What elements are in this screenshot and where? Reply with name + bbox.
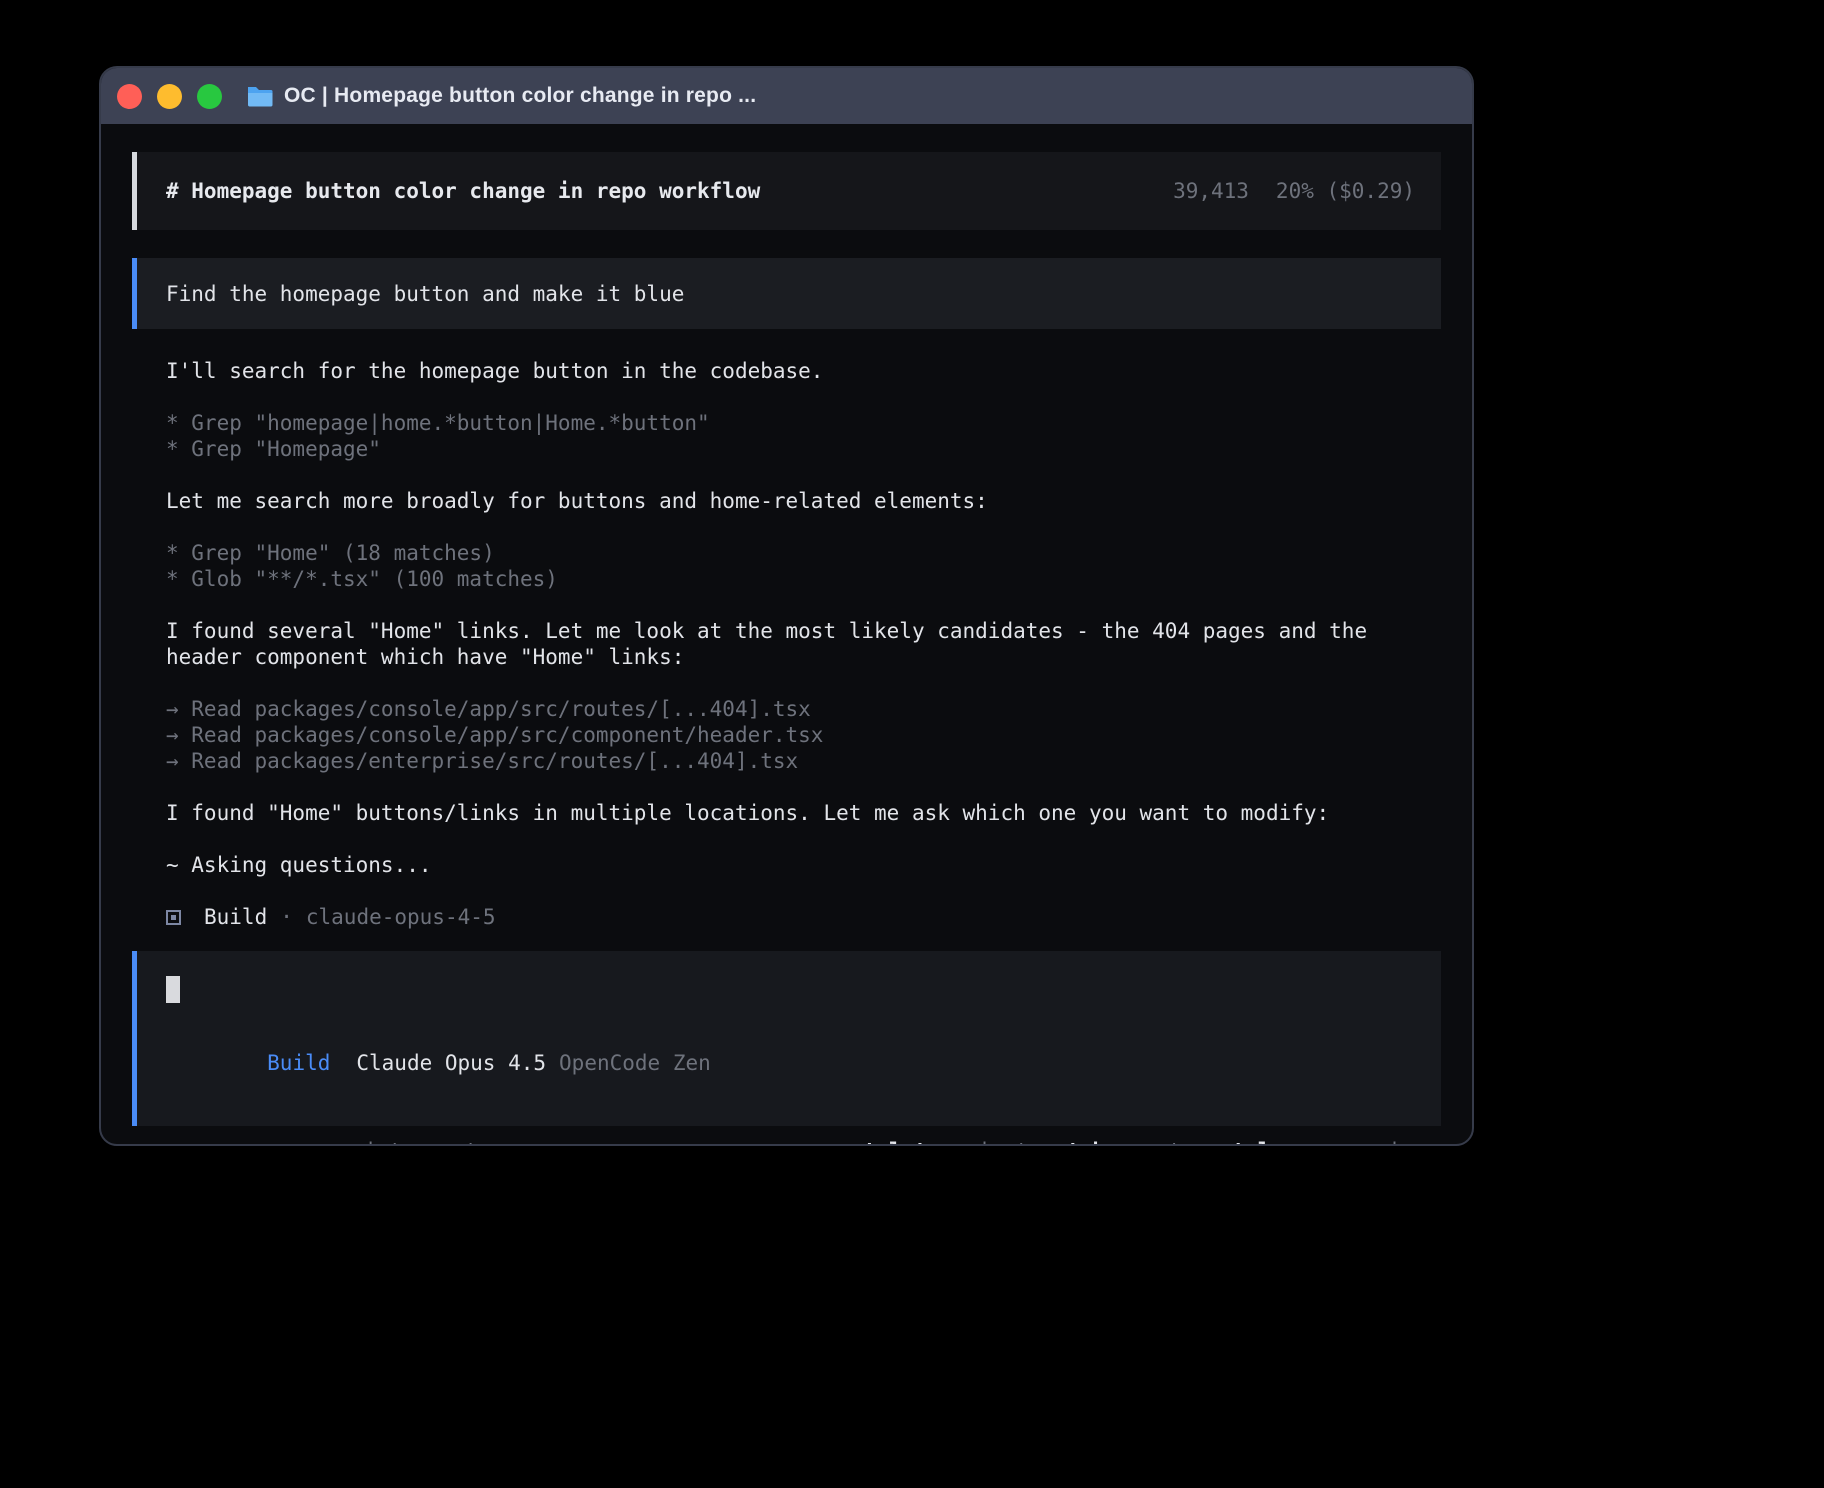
terminal-window: OC | Homepage button color change in rep…	[99, 66, 1474, 1146]
shortcut-key-agents[interactable]: tab	[1067, 1138, 1105, 1146]
shortcut-label-commands: commands	[1309, 1138, 1410, 1146]
traffic-lights	[117, 84, 222, 109]
token-count: 39,413	[1173, 179, 1249, 203]
session-header: # Homepage button color change in repo w…	[132, 152, 1441, 230]
status-line: ~ Asking questions...	[166, 852, 1411, 878]
assistant-message: I found several "Home" links. Let me loo…	[166, 618, 1411, 670]
session-title: # Homepage button color change in repo w…	[166, 179, 760, 203]
shortcut-label-variants: variants	[940, 1138, 1041, 1146]
prompt-input[interactable]: Build Claude Opus 4.5 OpenCode Zen	[132, 951, 1441, 1126]
shortcut-key-commands[interactable]: ctrl+p	[1220, 1138, 1296, 1146]
window-title: OC | Homepage button color change in rep…	[284, 84, 756, 108]
shortcut-label-agents: agents	[1118, 1138, 1194, 1146]
tool-call-grep: * Grep "Home" (18 matches)	[166, 540, 1411, 566]
assistant-message: I'll search for the homepage button in t…	[166, 358, 1411, 384]
agent-separator: ·	[280, 904, 293, 930]
agent-line: Build · claude-opus-4-5	[166, 904, 1411, 930]
model-label: Claude Opus 4.5	[356, 1051, 546, 1075]
tool-call-group: * Grep "homepage|home.*button|Home.*butt…	[166, 410, 1411, 462]
zoom-button[interactable]	[197, 84, 222, 109]
minimize-button[interactable]	[157, 84, 182, 109]
assistant-message: I found "Home" buttons/links in multiple…	[166, 800, 1411, 826]
esc-key[interactable]: esc	[313, 1138, 351, 1146]
tool-call-group: → Read packages/console/app/src/routes/[…	[166, 696, 1411, 774]
interrupt-label: interrupt	[364, 1138, 478, 1146]
mode-label[interactable]: Build	[267, 1051, 330, 1075]
session-meta: 39,413 20% ($0.29)	[1173, 179, 1415, 203]
shortcut-key-variants[interactable]: ctrl+t	[851, 1138, 927, 1146]
status-bar: ········ esc interrupt ctrl+t variants t…	[173, 1138, 1410, 1146]
terminal-content: # Homepage button color change in repo w…	[101, 124, 1472, 1146]
tool-call-read: → Read packages/console/app/src/componen…	[166, 722, 1411, 748]
titlebar[interactable]: OC | Homepage button color change in rep…	[101, 68, 1472, 124]
agent-name: Build	[204, 904, 267, 930]
tool-call-grep: * Grep "Homepage"	[166, 436, 1411, 462]
close-button[interactable]	[117, 84, 142, 109]
provider-label: OpenCode Zen	[559, 1051, 711, 1075]
assistant-message: Let me search more broadly for buttons a…	[166, 488, 1411, 514]
input-cursor	[166, 976, 180, 1003]
user-message-text: Find the homepage button and make it blu…	[166, 282, 684, 306]
folder-icon	[246, 85, 273, 107]
tool-call-read: → Read packages/console/app/src/routes/[…	[166, 696, 1411, 722]
tool-call-group: * Grep "Home" (18 matches) * Glob "**/*.…	[166, 540, 1411, 592]
agent-model: claude-opus-4-5	[306, 904, 496, 930]
user-message: Find the homepage button and make it blu…	[132, 258, 1441, 329]
transcript: I'll search for the homepage button in t…	[166, 358, 1411, 930]
tool-call-read: → Read packages/enterprise/src/routes/[.…	[166, 748, 1411, 774]
input-status-line: Build Claude Opus 4.5 OpenCode Zen	[166, 1024, 1415, 1102]
spinner-dots: ········	[173, 1138, 290, 1146]
tool-call-glob: * Glob "**/*.tsx" (100 matches)	[166, 566, 1411, 592]
agent-mode-icon	[166, 910, 181, 925]
tool-call-grep: * Grep "homepage|home.*button|Home.*butt…	[166, 410, 1411, 436]
context-usage: 20% ($0.29)	[1276, 179, 1415, 203]
